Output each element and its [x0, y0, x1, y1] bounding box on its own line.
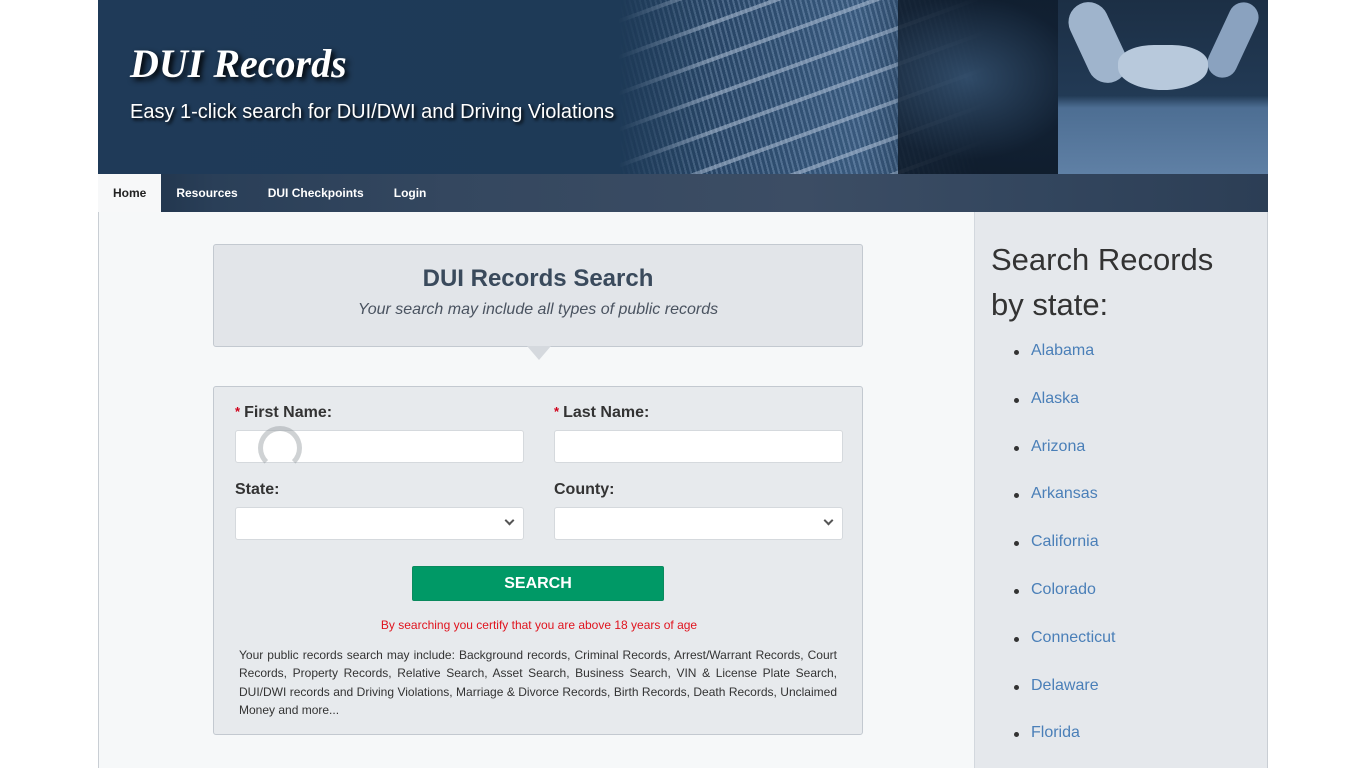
first-name-field-group: * First Name: [235, 404, 524, 470]
state-link-arizona[interactable]: Arizona [1031, 438, 1085, 455]
search-form: * First Name: * Last Name: State: County: [213, 386, 863, 735]
nav-item-dui-checkpoints[interactable]: DUI Checkpoints [253, 174, 379, 212]
state-list-item: Delaware [1011, 677, 1116, 725]
state-link-florida[interactable]: Florida [1031, 724, 1080, 741]
state-link-california[interactable]: California [1031, 533, 1099, 550]
age-notice: By searching you certify that you are ab… [380, 618, 698, 632]
page: DUI Records Easy 1-click search for DUI/… [98, 0, 1268, 768]
last-name-field-group: * Last Name: [554, 404, 843, 463]
last-name-label: * Last Name: [554, 404, 843, 422]
required-marker: * [554, 404, 560, 419]
state-link-delaware[interactable]: Delaware [1031, 677, 1099, 694]
loading-spinner-icon [258, 426, 302, 470]
state-list-item: Arizona [1011, 438, 1116, 486]
state-list-item: Colorado [1011, 581, 1116, 629]
required-marker: * [235, 404, 241, 419]
state-link-alaska[interactable]: Alaska [1031, 390, 1079, 407]
state-link-connecticut[interactable]: Connecticut [1031, 629, 1116, 646]
state-list-item: Arkansas [1011, 485, 1116, 533]
header-banner: DUI Records Easy 1-click search for DUI/… [98, 0, 1268, 174]
state-list-item: Alabama [1011, 342, 1116, 390]
first-name-label: * First Name: [235, 404, 524, 422]
chevron-down-icon [823, 515, 834, 526]
state-list: Alabama Alaska Arizona Arkansas Californ… [1011, 342, 1116, 772]
state-list-item: Connecticut [1011, 629, 1116, 677]
county-field-group: County: [554, 481, 843, 540]
state-list-item: Alaska [1011, 390, 1116, 438]
chevron-down-icon [504, 515, 515, 526]
last-name-input[interactable] [554, 430, 843, 463]
site-title[interactable]: DUI Records [130, 40, 347, 87]
arm-shape [1202, 0, 1264, 83]
state-link-alabama[interactable]: Alabama [1031, 342, 1094, 359]
main-content: DUI Records Search Your search may inclu… [98, 212, 974, 768]
banner-handcuffed-person-image [1058, 0, 1268, 174]
search-subtitle: Your search may include all types of pub… [357, 301, 719, 318]
main-nav: Home Resources DUI Checkpoints Login [98, 174, 1268, 212]
nav-item-home[interactable]: Home [98, 174, 162, 212]
state-link-colorado[interactable]: Colorado [1031, 581, 1096, 598]
handcuffed-hands-shape [1118, 45, 1208, 90]
search-header-panel: DUI Records Search Your search may inclu… [213, 244, 863, 347]
last-name-label-text: Last Name: [563, 404, 650, 421]
state-label: State: [235, 481, 280, 498]
search-button[interactable]: SEARCH [412, 566, 664, 601]
nav-item-resources[interactable]: Resources [161, 174, 252, 212]
county-label: County: [554, 481, 615, 498]
first-name-label-text: First Name: [244, 404, 333, 421]
state-link-arkansas[interactable]: Arkansas [1031, 485, 1098, 502]
county-select[interactable] [554, 507, 843, 540]
state-list-item: Florida [1011, 724, 1116, 772]
search-includes-text: Your public records search may include: … [239, 648, 837, 717]
nav-item-login[interactable]: Login [379, 174, 442, 212]
state-list-item: California [1011, 533, 1116, 581]
state-select[interactable] [235, 507, 524, 540]
site-tagline: Easy 1-click search for DUI/DWI and Driv… [130, 101, 615, 123]
state-field-group: State: [235, 481, 524, 540]
sidebar-title: Search Records by state: [991, 242, 1214, 322]
panel-pointer-arrow-icon [527, 346, 551, 360]
search-title: DUI Records Search [422, 265, 654, 292]
sidebar: Search Records by state: Alabama Alaska … [974, 212, 1268, 768]
